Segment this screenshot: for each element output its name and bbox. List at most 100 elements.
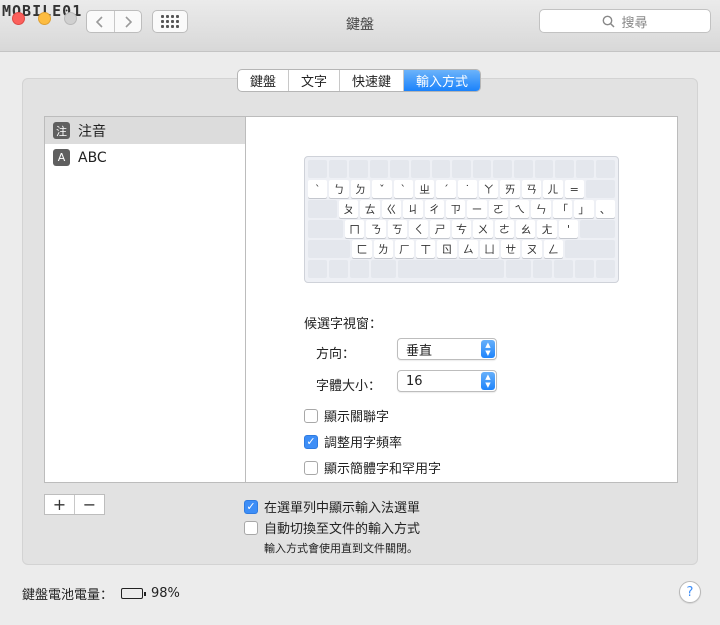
tab-shortcuts[interactable]: 快速鍵 — [339, 70, 403, 91]
cmd-key — [371, 260, 396, 278]
tab-input-sources[interactable]: 輸入方式 — [403, 70, 481, 91]
function-key — [452, 160, 471, 178]
key-2-12: 、 — [595, 200, 615, 218]
key-4-5: ㄙ — [458, 240, 478, 258]
key-1-10: ㄢ — [521, 180, 542, 198]
arrow-key — [553, 260, 573, 278]
option-adjust-frequency[interactable]: ✓ 調整用字頻率 — [304, 432, 402, 451]
shift-key — [564, 240, 615, 258]
list-item-label: ABC — [78, 149, 107, 166]
font-size-label: 字體大小： — [316, 379, 382, 394]
tab-keyboard[interactable]: 鍵盤 — [238, 70, 288, 91]
list-item-zhuyin[interactable]: 注 注音 — [45, 117, 245, 144]
function-key — [555, 160, 574, 178]
option-show-menu[interactable]: ✓ 在選單列中顯示輸入法選單 — [244, 497, 420, 516]
arrow-key — [596, 260, 616, 278]
key-1-6: ˊ — [436, 180, 456, 198]
delete-key — [585, 180, 615, 198]
key-1-9: ㄞ — [500, 180, 520, 198]
key-2-4: ㄔ — [424, 200, 444, 218]
key-1-7: ˙ — [457, 180, 477, 198]
keyboard-row-home: ㄇㄋㄎㄑㄕㄘㄨㄜㄠㄤ ' — [308, 220, 616, 238]
space-key — [397, 260, 505, 278]
battery-status: 鍵盤電池電量： 98% — [22, 584, 180, 603]
key-1-2: ㄉ — [350, 180, 371, 198]
abc-icon: A — [53, 149, 70, 166]
font-size-select[interactable]: 16 ▲ ▼ — [397, 370, 497, 392]
key-3-6: ㄨ — [473, 220, 493, 238]
checkbox-checked[interactable]: ✓ — [244, 499, 258, 514]
option-auto-switch[interactable]: 自動切換至文件的輸入方式 — [244, 518, 420, 537]
modifier-key — [308, 220, 343, 238]
option-label: 調整用字頻率 — [324, 436, 403, 451]
checkbox-checked[interactable]: ✓ — [304, 434, 318, 449]
key-3-0: ㄇ — [344, 220, 365, 238]
option-label: 自動切換至文件的輸入方式 — [264, 522, 421, 537]
keyboard-row-space — [308, 260, 616, 278]
tab-bar: 鍵盤 文字 快速鍵 輸入方式 — [237, 69, 482, 92]
key-4-7: ㄝ — [501, 240, 521, 258]
title-bar: MOBILE01 鍵盤 搜尋 — [0, 0, 720, 52]
list-edit-buttons: + − — [44, 494, 105, 515]
font-size-value: 16 — [406, 373, 423, 389]
direction-select[interactable]: 垂直 ▲ ▼ — [397, 338, 497, 360]
key-1-11: ㄦ — [543, 180, 563, 198]
keyboard-row-function — [308, 160, 615, 178]
keyboard-layout-preview: ˋ ㄅㄉ ˇ ˋ ㄓ ˊ ˙ ㄚㄞㄢㄦ = ㄆㄊㄍㄐㄔㄗㄧㄛㄟㄣ「」、 ㄇㄋㄎㄑㄕㄘㄨㄜㄠㄤ ' … — [304, 156, 619, 283]
battery-label: 鍵盤電池電量： — [22, 588, 114, 603]
key-3-8: ㄠ — [516, 220, 536, 238]
search-icon — [603, 15, 616, 28]
checkbox[interactable] — [304, 460, 318, 475]
function-key — [410, 160, 430, 178]
key-3-5: ㄘ — [451, 220, 472, 238]
key-4-3: ㄒ — [416, 240, 436, 258]
function-key — [513, 160, 533, 178]
search-input[interactable]: 搜尋 — [539, 9, 711, 33]
key-1-0: ˋ — [308, 180, 328, 198]
key-3-1: ㄋ — [366, 220, 386, 238]
key-4-1: ㄌ — [373, 240, 393, 258]
key-2-9: ㄣ — [531, 200, 551, 218]
popup-arrows-icon: ▲ ▼ — [481, 340, 495, 358]
option-label: 在選單列中顯示輸入法選單 — [264, 501, 421, 516]
key-3-9: ㄤ — [537, 220, 557, 238]
modifier-key — [308, 240, 351, 258]
remove-input-source-button[interactable]: − — [74, 495, 104, 514]
key-2-3: ㄐ — [403, 200, 423, 218]
list-item-abc[interactable]: A ABC — [45, 144, 245, 171]
key-3-4: ㄕ — [430, 220, 450, 238]
candidate-window-heading: 候選字視窗： — [304, 317, 383, 332]
key-2-10: 「 — [552, 200, 573, 218]
checkbox[interactable] — [304, 408, 318, 423]
direction-label: 方向： — [316, 347, 356, 362]
key-1-8: ㄚ — [479, 180, 499, 198]
function-key — [308, 160, 327, 178]
key-4-6: ㄩ — [479, 240, 500, 258]
option-show-associated[interactable]: 顯示關聯字 — [304, 406, 389, 425]
key-2-6: ㄧ — [467, 200, 487, 218]
help-button[interactable]: ? — [679, 581, 701, 603]
battery-value: 98% — [151, 586, 180, 601]
opt-key — [532, 260, 552, 278]
key-1-4: ˋ — [393, 180, 413, 198]
tab-text[interactable]: 文字 — [288, 70, 339, 91]
cmd-key — [506, 260, 531, 278]
fn-key — [308, 260, 328, 278]
key-3-3: ㄑ — [409, 220, 429, 238]
arrow-key — [574, 260, 594, 278]
input-source-list: 注 注音 A ABC — [44, 116, 246, 483]
zhuyin-icon: 注 — [53, 122, 70, 139]
ctrl-key — [329, 260, 349, 278]
function-key — [328, 160, 348, 178]
key-2-1: ㄊ — [360, 200, 380, 218]
key-3-10: ' — [558, 220, 579, 238]
function-key — [472, 160, 492, 178]
auto-switch-note: 輸入方式會使用直到文件關閉。 — [264, 542, 418, 555]
key-2-11: 」 — [574, 200, 594, 218]
checkbox[interactable] — [244, 520, 258, 535]
option-show-simplified[interactable]: 顯示簡體字和罕用字 — [304, 458, 441, 477]
add-input-source-button[interactable]: + — [45, 495, 74, 514]
key-4-2: ㄏ — [394, 240, 415, 258]
direction-value: 垂直 — [406, 343, 433, 359]
function-key — [349, 160, 368, 178]
